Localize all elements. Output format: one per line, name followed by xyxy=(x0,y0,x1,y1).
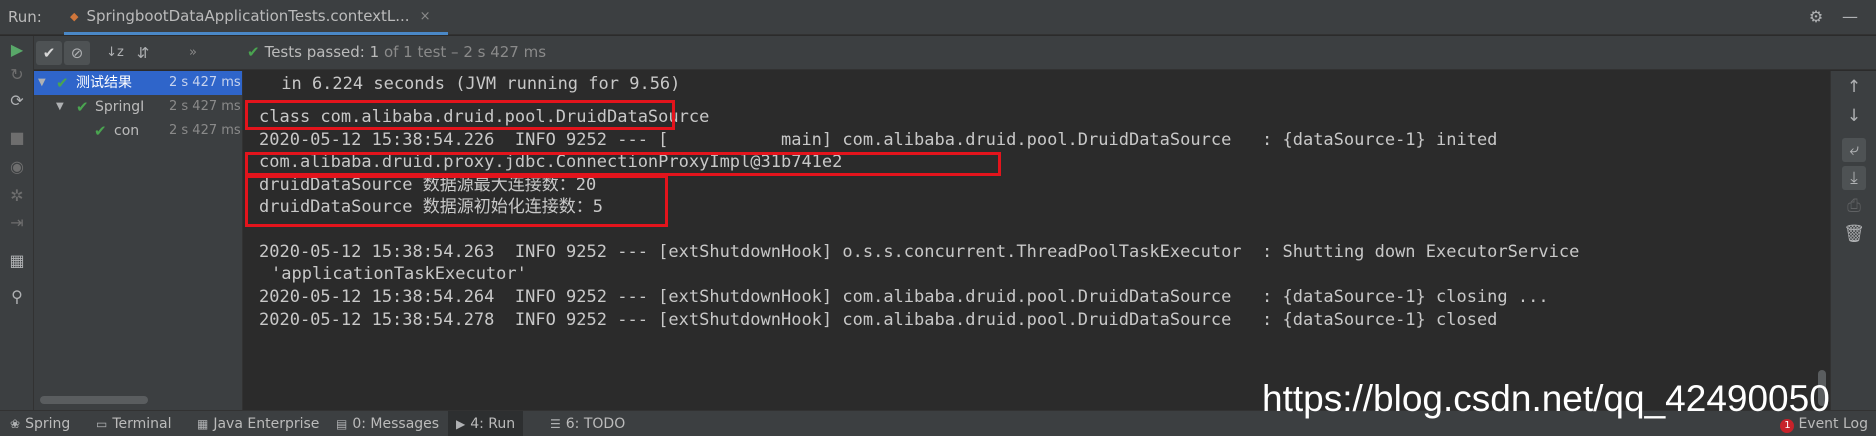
status-prefix: Tests passed: xyxy=(264,43,370,61)
highlight-box-connection xyxy=(245,152,1001,176)
passed-check-icon: ✔ xyxy=(76,98,89,116)
left-run-toolbar: ▶ ↻ ⟳ ■ ◉ ✲ ⇥ ▦ ⚲ xyxy=(0,36,34,410)
console-line: 2020-05-12 15:38:54.278 INFO 9252 --- [e… xyxy=(259,310,1498,330)
tree-item-label: 测试结果 xyxy=(76,75,132,91)
tab-spring[interactable]: ❀ Spring xyxy=(10,411,70,436)
trash-icon[interactable]: 🗑 xyxy=(1842,222,1866,246)
close-tab-icon[interactable]: × xyxy=(420,9,431,24)
run-title-bar: Run: ◆ SpringbootDataApplicationTests.co… xyxy=(0,0,1876,35)
tab-label: 6: TODO xyxy=(565,416,626,432)
tree-item-label: con xyxy=(114,123,140,139)
test-status: ✔ Tests passed: 1 of 1 test – 2 s 427 ms xyxy=(247,43,546,61)
spring-icon: ❀ xyxy=(10,417,21,431)
gear-icon[interactable]: ⚙ xyxy=(1806,7,1826,27)
tree-item-time: 2 s 427 ms xyxy=(169,123,241,138)
print-icon[interactable]: ⎙ xyxy=(1842,194,1866,218)
run-config-icon: ◆ xyxy=(70,9,79,23)
messages-icon: ▤ xyxy=(336,417,348,431)
console-line: in 6.224 seconds (JVM running for 9.56) xyxy=(271,74,681,94)
status-count: 1 xyxy=(369,43,380,61)
highlight-box-pool-config xyxy=(245,175,668,227)
tab-messages[interactable]: ▤ 0: Messages xyxy=(336,411,439,436)
run-config-tab[interactable]: ◆ SpringbootDataApplicationTests.context… xyxy=(64,0,448,35)
expand-arrow-icon[interactable]: ▼ xyxy=(38,71,46,95)
arrow-up-icon[interactable]: ↑ xyxy=(1842,75,1866,99)
blog-watermark: https://blog.csdn.net/qq_42490050 xyxy=(1262,378,1830,419)
overflow-icon[interactable]: » xyxy=(180,41,206,65)
tree-item-time: 2 s 427 ms xyxy=(169,99,241,114)
tree-item-time: 2 s 427 ms xyxy=(169,75,241,90)
terminal-icon: ▭ xyxy=(96,417,108,431)
rerun-icon[interactable]: ▶ xyxy=(7,40,27,60)
rerun-failed-icon[interactable]: ↻ xyxy=(7,65,27,85)
run-config-tab-label: SpringbootDataApplicationTests.contextL.… xyxy=(86,7,410,25)
tree-item-root[interactable]: ▼ ✔ 测试结果 2 s 427 ms xyxy=(34,71,242,95)
settings-icon[interactable]: ✲ xyxy=(7,186,27,206)
scroll-to-end-icon[interactable]: ⤓ xyxy=(1842,166,1866,190)
exit-icon[interactable]: ⇥ xyxy=(7,213,27,233)
show-ignored-icon[interactable]: ⊘ xyxy=(64,41,90,65)
stop-icon[interactable]: ■ xyxy=(7,128,27,148)
todo-icon: ☰ xyxy=(550,417,561,431)
tab-label: 0: Messages xyxy=(352,416,440,432)
passed-check-icon: ✔ xyxy=(94,122,107,140)
tab-terminal[interactable]: ▭ Terminal xyxy=(96,411,172,436)
tab-java-enterprise[interactable]: ▦ Java Enterprise xyxy=(197,411,319,436)
tab-run[interactable]: ▶ 4: Run xyxy=(448,411,524,436)
tree-item-class[interactable]: ▼ ✔ SpringI 2 s 427 ms xyxy=(34,95,242,119)
tab-label: Java Enterprise xyxy=(213,416,320,432)
pin-icon[interactable]: ⚲ xyxy=(7,287,27,307)
event-count-badge: 1 xyxy=(1780,419,1795,433)
test-results-tree: ▼ ✔ 测试结果 2 s 427 ms ▼ ✔ SpringI 2 s 427 … xyxy=(34,71,243,410)
sort-by-duration-icon[interactable]: ⇵ xyxy=(130,41,156,65)
tree-item-method[interactable]: ✔ con 2 s 427 ms xyxy=(34,119,242,143)
tab-todo[interactable]: ☰ 6: TODO xyxy=(550,411,625,436)
passed-check-icon: ✔ xyxy=(247,43,260,61)
highlight-box-class xyxy=(245,100,675,130)
run-icon: ▶ xyxy=(456,417,466,431)
toggle-auto-test-icon[interactable]: ⟳ xyxy=(7,91,27,111)
minimize-icon[interactable]: — xyxy=(1840,7,1860,27)
console-side-toolbar: ↑ ↓ ⤶ ⤓ ⎙ 🗑 xyxy=(1830,71,1876,410)
status-detail: of 1 test – 2 s 427 ms xyxy=(379,43,547,61)
soft-wrap-icon[interactable]: ⤶ xyxy=(1842,138,1866,162)
java-enterprise-icon: ▦ xyxy=(197,417,209,431)
arrow-down-icon[interactable]: ↓ xyxy=(1842,104,1866,128)
tab-label: Spring xyxy=(25,416,71,432)
sort-alphabetically-icon[interactable]: ↓z xyxy=(102,41,128,65)
console-output[interactable]: in 6.224 seconds (JVM running for 9.56) … xyxy=(244,71,1830,410)
tree-horizontal-scrollbar[interactable] xyxy=(40,396,148,404)
passed-check-icon: ✔ xyxy=(56,74,69,92)
tab-label: Terminal xyxy=(112,416,172,432)
screenshot-icon[interactable]: ◉ xyxy=(7,157,27,177)
run-label: Run: xyxy=(8,8,42,26)
tree-item-label: SpringI xyxy=(95,99,145,115)
tab-label: 4: Run xyxy=(470,416,516,432)
expand-arrow-icon[interactable]: ▼ xyxy=(56,95,64,119)
test-toolbar: ✔ ⊘ ↓z ⇵ » ✔ Tests passed: 1 of 1 test – … xyxy=(34,36,1876,70)
layout-icon[interactable]: ▦ xyxy=(7,251,27,271)
show-passed-icon[interactable]: ✔ xyxy=(36,41,62,65)
